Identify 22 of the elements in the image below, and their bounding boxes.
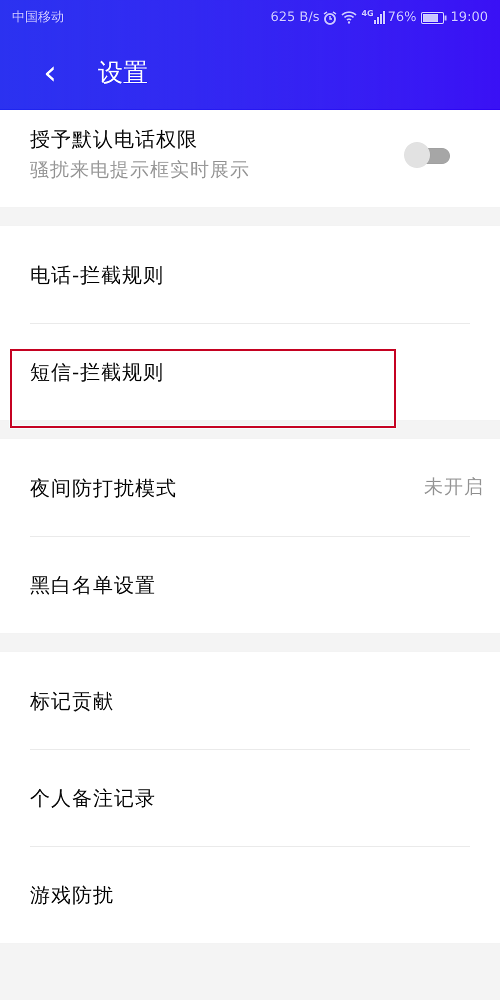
network-speed: 625 B/s	[270, 8, 320, 27]
row-label: 游戏防扰	[30, 882, 115, 909]
back-button[interactable]: ‹	[38, 56, 62, 90]
row-label: 短信-拦截规则	[30, 359, 166, 386]
row-label: 授予默认电话权限	[30, 126, 199, 154]
row-label: 黑白名单设置	[30, 572, 157, 599]
row-label: 个人备注记录	[30, 785, 157, 812]
row-label: 电话-拦截规则	[30, 262, 166, 288]
battery-icon	[420, 12, 447, 24]
clock-time: 19:00	[450, 8, 488, 27]
alarm-icon	[323, 10, 338, 24]
signal-icon	[374, 11, 386, 24]
page-title: 设置	[98, 56, 148, 89]
row-subtitle: 骚扰来电提示框实时展示	[30, 158, 251, 184]
row-label: 夜间防打扰模式	[30, 474, 178, 502]
toggle-switch[interactable]	[404, 142, 452, 168]
wifi-icon	[341, 11, 358, 24]
row-value: 未开启	[424, 475, 484, 500]
battery-percent: 76%	[388, 8, 417, 27]
carrier-name: 中国移动	[12, 8, 64, 27]
row-label: 标记贡献	[30, 688, 115, 714]
network-type: 4G	[361, 8, 374, 20]
